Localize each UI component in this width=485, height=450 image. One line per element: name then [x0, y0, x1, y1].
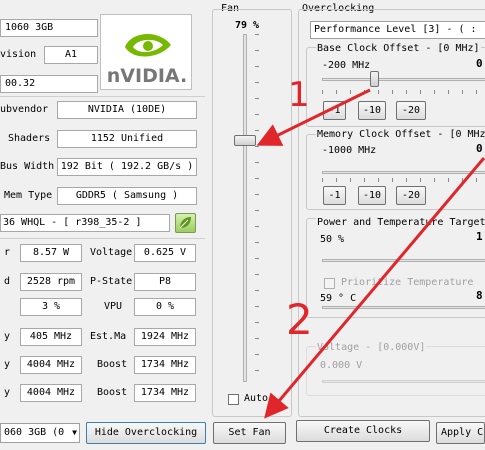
mem-clock-field: 4004 MHz	[20, 356, 82, 374]
gpu-load-field: 3 %	[20, 298, 82, 316]
base-clock-ticks	[322, 90, 485, 94]
sensor-divider	[0, 238, 205, 239]
left-divider	[0, 96, 205, 97]
driver-save-button[interactable]	[175, 213, 196, 233]
nvidia-logo: nVIDIA.	[100, 14, 192, 90]
mem-clock-max: 0	[476, 142, 483, 155]
power-target-max: 1	[476, 230, 483, 243]
base-clock-min: -200 MHz	[322, 60, 371, 71]
gpu-clock-field: 405 MHz	[20, 328, 82, 346]
base-minus20-button[interactable]: -20	[396, 101, 426, 120]
fan-slider-track	[243, 34, 247, 382]
boost-field-2: 1734 MHz	[134, 384, 196, 402]
bus-width-label: Bus Width	[0, 161, 55, 172]
bios-field: 00.32	[0, 75, 98, 93]
set-fan-button[interactable]: Set Fan	[213, 422, 286, 444]
voltage-track	[322, 380, 485, 383]
prioritize-label: Prioritize Temperature	[341, 277, 474, 288]
hide-overclocking-button[interactable]: Hide Overclocking	[86, 422, 206, 444]
fan-slider-ticks	[255, 34, 259, 382]
mem-type-field: GDDR5 ( Samsung )	[57, 187, 197, 205]
power-label: r	[4, 247, 11, 258]
gpu-select[interactable]: 060 3GB (0 ▼	[0, 423, 80, 443]
nvidia-logo-text: nVIDIA.	[106, 65, 188, 87]
fan-rpm-field: 2528 rpm	[20, 273, 82, 291]
voltage-label: Voltage	[90, 247, 133, 258]
power-target-track	[322, 259, 485, 262]
power-target-value: 50 %	[320, 234, 345, 245]
default-mem-clock-field: 4004 MHz	[20, 384, 82, 402]
subvendor-field: NVIDIA (10DE)	[57, 101, 197, 119]
voltage-title: Voltage - [0.000V]	[316, 341, 427, 355]
est-max-label: Est.Ma	[90, 331, 127, 342]
power-field: 8.57 W	[20, 244, 82, 262]
mem-clock-label: y	[4, 359, 11, 370]
base-minus1-button[interactable]: -1	[323, 101, 346, 120]
temp-target-max: 8	[476, 289, 483, 302]
est-max-field: 1924 MHz	[134, 328, 196, 346]
auto-checkbox[interactable]	[228, 394, 239, 405]
mem-clock-min: -1000 MHz	[322, 145, 377, 156]
base-clock-title: Base Clock Offset - [0 MHz]	[316, 42, 481, 56]
perf-level-value: Performance Level [3] - ( :	[314, 24, 477, 35]
chevron-down-icon: ▼	[72, 428, 77, 437]
mem-clock-track	[322, 171, 485, 174]
fan-slider[interactable]	[228, 34, 262, 382]
base-clock-track	[322, 78, 485, 81]
gpu-clock-label: y	[4, 331, 11, 342]
mem-minus1-button[interactable]: -1	[323, 186, 346, 205]
boost-label-2: Boost	[97, 387, 128, 398]
auto-label: Auto	[244, 393, 269, 404]
mem-minus20-button[interactable]: -20	[396, 186, 426, 205]
revision-field: A1	[44, 46, 98, 64]
revision-label: vision	[0, 49, 37, 60]
boost-label-1: Boost	[97, 359, 128, 370]
boost-field-1: 1734 MHz	[134, 356, 196, 374]
fan-slider-thumb[interactable]	[234, 135, 256, 146]
power-temp-title: Power and Temperature Target	[316, 216, 485, 230]
voltage-field: 0.625 V	[134, 244, 196, 262]
base-minus10-button[interactable]: -10	[358, 101, 386, 120]
mem-type-label: Mem Type	[4, 190, 53, 201]
shaders-field: 1152 Unified	[57, 130, 197, 148]
driver-field: 36 WHQL - [ r398_35-2 ]	[0, 214, 170, 232]
mem-minus10-button[interactable]: -10	[358, 186, 386, 205]
pstate-label: P-State	[90, 276, 133, 287]
perf-level-select[interactable]: Performance Level [3] - ( :	[310, 21, 485, 39]
prioritize-checkbox[interactable]	[324, 278, 335, 289]
voltage-value: 0.000 V	[320, 360, 363, 371]
fan-rpm-label: d	[4, 276, 11, 287]
gpu-name-field: 1060 3GB	[0, 19, 98, 37]
mem-clock-ticks	[322, 178, 485, 182]
apply-clocks-button[interactable]: Apply Cl	[436, 422, 485, 444]
base-clock-max: 0	[476, 57, 483, 70]
temp-target-value: 59 ° C	[320, 293, 357, 304]
leaf-icon	[179, 217, 191, 229]
vpu-field: 0 %	[134, 298, 196, 316]
shaders-label: Shaders	[8, 133, 51, 144]
base-clock-thumb[interactable]	[370, 71, 379, 87]
gpu-select-value: 060 3GB (0	[4, 427, 65, 438]
mem-clock-title: Memory Clock Offset - [0 MHz]	[316, 128, 485, 142]
pstate-field: P8	[134, 273, 196, 291]
subvendor-label: ubvendor	[0, 104, 49, 115]
bus-width-field: 192 Bit ( 192.2 GB/s )	[57, 158, 197, 176]
default-mem-clock-label: y	[4, 387, 11, 398]
create-clocks-button[interactable]: Create Clocks	[296, 420, 430, 442]
temp-target-track	[322, 306, 485, 309]
fan-percent: 79 %	[234, 20, 260, 31]
vpu-label: VPU	[104, 301, 123, 312]
